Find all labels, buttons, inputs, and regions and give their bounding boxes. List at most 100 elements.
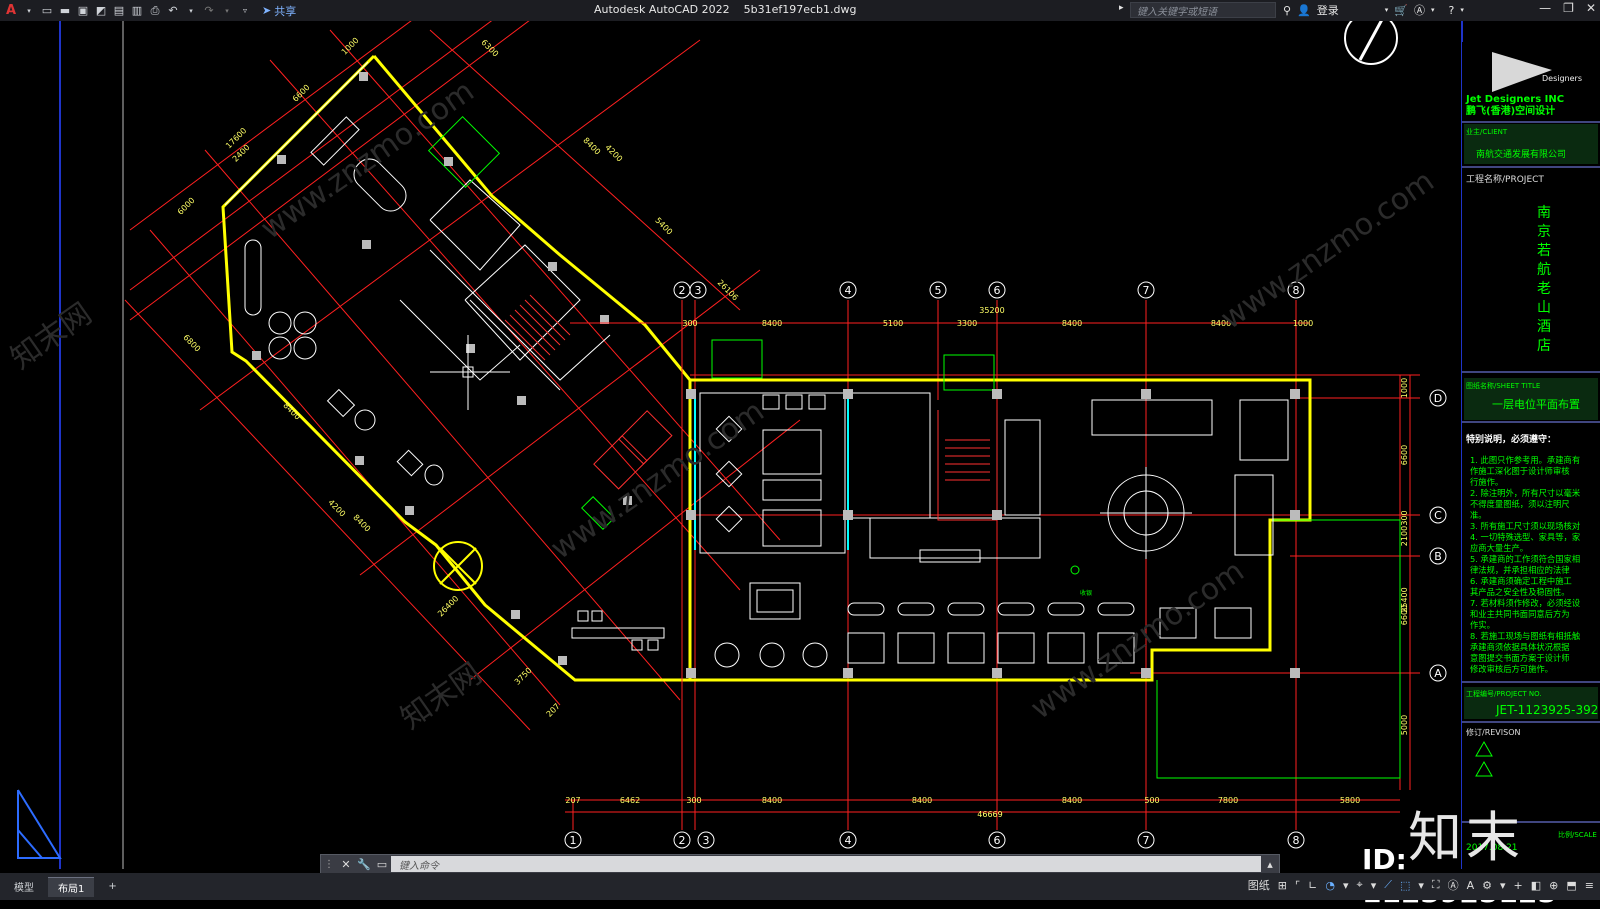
workspace-gear-icon[interactable]: ⚙ bbox=[1482, 879, 1492, 892]
drawing-canvas[interactable]: 收银 2345678 1234678 DCBA 300 8400 5100 3300 8… bbox=[0, 21, 1600, 909]
autodesk-a-icon[interactable]: Ⓐ bbox=[1414, 2, 1425, 18]
redo-dropdown-icon[interactable]: ▾ bbox=[220, 4, 234, 18]
note-line: 应商大量生产。 bbox=[1470, 543, 1528, 553]
cashier-tag: 收银 bbox=[1080, 589, 1092, 597]
print-icon[interactable]: ⎙ bbox=[148, 4, 162, 18]
search-icon[interactable]: ⚲ bbox=[1283, 4, 1291, 17]
grid-bubble-bottom-label: 7 bbox=[1143, 834, 1150, 847]
login-label[interactable]: 登录 bbox=[1317, 2, 1339, 18]
undo-icon[interactable]: ↶ bbox=[166, 4, 180, 18]
customize-toolbar-icon[interactable]: ▿ bbox=[238, 4, 252, 18]
selection-dropdown-icon[interactable]: ▾ bbox=[1418, 879, 1424, 892]
grid-bubble-bottom-label: 4 bbox=[845, 834, 852, 847]
lineweight-icon[interactable]: ⟋ bbox=[1384, 878, 1392, 892]
new-file-icon[interactable]: ▭ bbox=[40, 4, 54, 18]
command-expand-icon[interactable]: ▴ bbox=[1261, 858, 1279, 871]
osnap-icon[interactable]: ⌖ bbox=[1357, 878, 1363, 892]
snap-icon[interactable]: ⌜ bbox=[1295, 879, 1300, 892]
publish-icon[interactable]: ▥ bbox=[130, 4, 144, 18]
tab-layout1[interactable]: 布局1 bbox=[48, 876, 95, 897]
title-block-panel: Designers Jet Designers INC 鹏飞(香港)空间设计 业… bbox=[1462, 42, 1600, 890]
annotation-scale-icon[interactable]: ⛶ bbox=[1432, 878, 1440, 892]
note-line: 律法规，并承担相应的法律 bbox=[1470, 565, 1570, 575]
redo-icon[interactable]: ↷ bbox=[202, 4, 216, 18]
dim-diagonal: 4200 bbox=[603, 143, 624, 164]
dim-top: 300 bbox=[682, 319, 697, 328]
a360-dropdown-icon[interactable]: ▾ bbox=[1431, 6, 1435, 14]
search-input[interactable]: 键入关键字或短语 bbox=[1130, 2, 1276, 18]
account-tools: ⚲ 👤 登录 ▾ 🛒 Ⓐ ▾ ? ▾ bbox=[1283, 2, 1464, 18]
polar-dropdown-icon[interactable]: ▾ bbox=[1343, 879, 1349, 892]
grid-bubbles-right: D C B A bbox=[1429, 389, 1447, 682]
dim-bottom: 207 bbox=[565, 796, 580, 805]
minimize-icon[interactable]: — bbox=[1539, 1, 1551, 15]
auto-scale-icon[interactable]: A bbox=[1467, 879, 1475, 892]
customization-menu-icon[interactable]: ≡ bbox=[1585, 879, 1594, 892]
plot-icon[interactable]: ▤ bbox=[112, 4, 126, 18]
command-grip-icon[interactable]: ⋮ bbox=[321, 859, 337, 870]
dropdown-arrow-icon[interactable]: ▾ bbox=[22, 4, 36, 18]
grid-bubbles-bottom: 1 2 3 4 6 7 8 bbox=[564, 831, 1305, 849]
grid-bubble-right-label: D bbox=[1434, 392, 1442, 405]
grid-bubble-top: 2 bbox=[673, 281, 691, 299]
floor-plan-svg: 收银 2345678 1234678 DCBA 300 8400 5100 3300 8… bbox=[5, 21, 1463, 869]
maximize-icon[interactable]: ❐ bbox=[1563, 1, 1574, 15]
paper-space-toggle[interactable]: 图纸 bbox=[1248, 877, 1270, 893]
clean-screen-icon[interactable]: ⬒ bbox=[1566, 879, 1576, 892]
selection-cycling-icon[interactable]: ⬚ bbox=[1400, 879, 1410, 892]
close-icon[interactable]: ✕ bbox=[1586, 1, 1596, 15]
osnap-dropdown-icon[interactable]: ▾ bbox=[1371, 879, 1377, 892]
isolate-objects-icon[interactable]: ◧ bbox=[1531, 879, 1541, 892]
workspace-dropdown-icon[interactable]: ▾ bbox=[1500, 879, 1506, 892]
polar-icon[interactable]: ◔ bbox=[1325, 879, 1335, 892]
save-icon[interactable]: ▣ bbox=[76, 4, 90, 18]
share-button[interactable]: ➤ 共享 bbox=[262, 3, 296, 19]
help-dropdown-icon[interactable]: ▾ bbox=[1460, 6, 1464, 14]
grid-bubble-top: 3 bbox=[689, 281, 707, 299]
dim-diagonal: 8400 bbox=[281, 401, 302, 422]
grid-bubble-bottom: 6 bbox=[988, 831, 1006, 849]
command-customize-icon[interactable]: 🔧 bbox=[355, 858, 373, 871]
note-line: 其产品之安全性及稳固性。 bbox=[1470, 587, 1570, 597]
autocad-logo-icon[interactable]: A bbox=[4, 3, 18, 18]
grid-bubble-right: A bbox=[1429, 664, 1447, 682]
dim-right: 300 bbox=[1400, 510, 1409, 525]
grid-bubble-bottom: 7 bbox=[1137, 831, 1155, 849]
undo-dropdown-icon[interactable]: ▾ bbox=[184, 4, 198, 18]
project-no-label: 工程编号/PROJECT NO. bbox=[1466, 689, 1542, 698]
add-icon[interactable]: + bbox=[1514, 879, 1523, 892]
dim-bottom: 8400 bbox=[912, 796, 932, 805]
north-arrow-icon bbox=[1344, 21, 1398, 65]
dim-diagonal: 6000 bbox=[176, 196, 197, 217]
title-bar: A ▾ ▭ ▬ ▣ ◩ ▤ ▥ ⎙ ↶ ▾ ↷ ▾ ▿ ➤ 共享 Autodes… bbox=[0, 0, 1600, 21]
command-close-icon[interactable]: ✕ bbox=[337, 858, 355, 871]
watermark-cn-2: 知末网 bbox=[395, 656, 489, 736]
annotation-visibility-icon[interactable]: Ⓐ bbox=[1448, 877, 1459, 893]
open-folder-icon[interactable]: ▬ bbox=[58, 4, 72, 18]
command-history-icon[interactable]: ▭ bbox=[373, 858, 391, 871]
tab-model[interactable]: 模型 bbox=[4, 877, 44, 896]
command-line: ⋮ ✕ 🔧 ▭ 键入命令 ▴ bbox=[320, 854, 1280, 874]
company-en: Jet Designers INC bbox=[1465, 94, 1564, 105]
dim-bottom: 7800 bbox=[1218, 796, 1238, 805]
login-dropdown-icon[interactable]: ▾ bbox=[1385, 6, 1389, 14]
project-char: 南 bbox=[1537, 205, 1551, 221]
command-input[interactable]: 键入命令 bbox=[391, 856, 1261, 872]
grid-bubble-right: B bbox=[1429, 547, 1447, 565]
add-layout-icon[interactable]: + bbox=[98, 879, 126, 894]
cart-icon[interactable]: 🛒 bbox=[1394, 4, 1408, 17]
ortho-icon[interactable]: ∟ bbox=[1308, 879, 1317, 892]
note-line: 1. 此图只作参考用。承建商有 bbox=[1470, 455, 1580, 465]
grid-icon[interactable]: ⊞ bbox=[1278, 879, 1287, 892]
hardware-acceleration-icon[interactable]: ⊕ bbox=[1549, 879, 1558, 892]
project-char: 京 bbox=[1537, 224, 1551, 240]
help-icon[interactable]: ? bbox=[1449, 4, 1455, 17]
client-value: 南航交通发展有限公司 bbox=[1476, 148, 1566, 160]
grid-bubble-top-label: 4 bbox=[845, 284, 852, 297]
search-expand-icon[interactable]: ▸ bbox=[1119, 3, 1124, 13]
user-icon[interactable]: 👤 bbox=[1297, 4, 1311, 17]
save-as-icon[interactable]: ◩ bbox=[94, 4, 108, 18]
dim-bottom: 5800 bbox=[1340, 796, 1360, 805]
main-wing: 收银 bbox=[565, 300, 1420, 830]
notes-heading: 特别说明，必须遵守： bbox=[1466, 433, 1556, 445]
